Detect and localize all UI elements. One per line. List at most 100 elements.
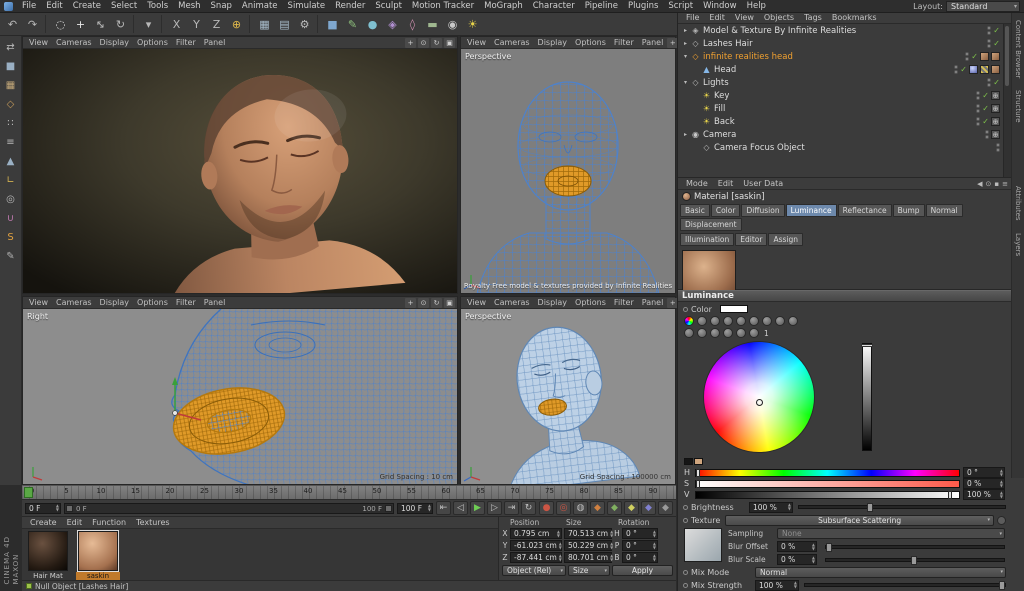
model-mode-icon[interactable]: ■	[2, 58, 20, 74]
animation-dot-icon[interactable]	[683, 306, 688, 312]
rotate-view-icon[interactable]: ↻	[431, 37, 442, 48]
viewport-menu-cameras[interactable]: Cameras	[52, 298, 96, 307]
coord-mode-select[interactable]: Object (Rel)	[502, 565, 566, 576]
slider-handle[interactable]	[911, 555, 918, 565]
render-view[interactable]	[23, 49, 457, 293]
texture-thumbnail[interactable]	[684, 528, 722, 562]
stepper-icon[interactable]	[610, 530, 613, 537]
rotation-p-field[interactable]: 0 °	[622, 540, 658, 551]
viewport-menu-panel[interactable]: Panel	[638, 298, 668, 307]
undo-icon[interactable]: ↶	[3, 15, 22, 34]
viewport-menu-view[interactable]: View	[25, 298, 52, 307]
picker-swatches-icon[interactable]	[723, 316, 733, 326]
stepper-icon[interactable]	[610, 554, 613, 561]
size-mode-select[interactable]: Size	[568, 565, 610, 576]
viewport-menu-display[interactable]: Display	[534, 298, 572, 307]
visibility-dots-icon[interactable]	[976, 117, 981, 126]
target-tag-icon[interactable]: ⊕	[991, 91, 1000, 100]
floor-icon[interactable]: ▬	[423, 15, 442, 34]
blur-scale-field[interactable]: 0 %	[777, 554, 817, 565]
sampling-select[interactable]: None	[777, 528, 1005, 539]
toggle-view-icon[interactable]: ▣	[444, 297, 455, 308]
size-z-field[interactable]: 80.701 cm	[564, 552, 612, 563]
loop-button[interactable]: ↻	[521, 501, 536, 515]
stepper-icon[interactable]	[794, 581, 797, 588]
attr-menu-user-data[interactable]: User Data	[738, 179, 788, 188]
viewport-filter-icon[interactable]: ◎	[2, 191, 20, 207]
viewport-menu-view[interactable]: View	[463, 38, 490, 47]
viewport-menu-filter[interactable]: Filter	[610, 298, 638, 307]
stepper-icon[interactable]	[559, 542, 562, 549]
animation-dot-icon[interactable]	[683, 517, 688, 523]
scene-camera-icon[interactable]: ◉	[443, 15, 462, 34]
slider-handle[interactable]	[866, 503, 873, 512]
position-y-field[interactable]: -61.023 cm	[510, 540, 562, 551]
texture-tag-icon[interactable]	[991, 65, 1000, 74]
picker-rgb-icon[interactable]	[749, 316, 759, 326]
tab-reflectance[interactable]: Reflectance	[837, 204, 892, 217]
picker-mixer-icon[interactable]	[736, 316, 746, 326]
viewport-menu-panel[interactable]: Panel	[200, 298, 230, 307]
hsv-slider-s[interactable]	[695, 479, 960, 488]
mix-strength-slider[interactable]	[804, 581, 1006, 590]
mograph-icon[interactable]: ◈	[383, 15, 402, 34]
texture-tag-icon[interactable]	[980, 52, 989, 61]
tab-bump[interactable]: Bump	[892, 204, 925, 217]
texture-options-icon[interactable]	[997, 515, 1006, 525]
visibility-dots-icon[interactable]	[965, 52, 970, 61]
material-saskin[interactable]: saskin	[76, 530, 120, 580]
hsv-slider-v[interactable]	[695, 490, 960, 499]
sculpt-icon[interactable]: S	[2, 229, 20, 245]
materials-menu-create[interactable]: Create	[25, 518, 62, 527]
next-frame-button[interactable]: ▷	[487, 501, 502, 515]
viewport-menu-options[interactable]: Options	[133, 38, 172, 47]
visibility-dots-icon[interactable]	[985, 130, 989, 139]
viewport-menu-options[interactable]: Options	[133, 298, 172, 307]
viewport-perspective-wireframe[interactable]: ViewCamerasDisplayOptionsFilterPanel +⊙↻…	[460, 36, 718, 294]
attr-menu-edit[interactable]: Edit	[713, 179, 739, 188]
snap-icon[interactable]: ∪	[2, 210, 20, 226]
keyframe-selection-icon[interactable]: ◍	[573, 501, 588, 515]
side-tab-layers[interactable]: Layers	[1014, 233, 1022, 256]
texture-shader-button[interactable]: Subsurface Scattering	[725, 514, 994, 526]
luminance-section-header[interactable]: Luminance	[678, 290, 1011, 302]
object-row-camera[interactable]: ▸ ◉ Camera ⊕	[678, 128, 1003, 141]
viewport-menu-panel[interactable]: Panel	[638, 38, 668, 47]
coord-system-icon[interactable]: ⊕	[227, 15, 246, 34]
visibility-dots-icon[interactable]	[954, 65, 959, 74]
position-x-field[interactable]: 0.795 cm	[510, 528, 562, 539]
animation-dot-icon[interactable]	[683, 582, 688, 588]
stepper-icon[interactable]	[1000, 491, 1003, 498]
size-x-field[interactable]: 70.513 cm	[564, 528, 612, 539]
stepper-icon[interactable]	[559, 554, 562, 561]
phong-tag-icon[interactable]	[969, 65, 978, 74]
hsv-field-v[interactable]: 100 %	[963, 489, 1005, 500]
picker-screen-icon[interactable]	[736, 328, 746, 338]
attr-menu-mode[interactable]: Mode	[681, 179, 713, 188]
side-tab-attributes[interactable]: Attributes	[1014, 186, 1022, 221]
record-scale-icon[interactable]: ◆	[607, 501, 622, 515]
slider-handle[interactable]	[826, 542, 832, 552]
object-row-infinite-realities-head[interactable]: ▾ ◇ infinite realities head ✓	[678, 50, 1003, 63]
points-mode-icon[interactable]: ∷	[2, 115, 20, 131]
pin-icon[interactable]: ⊙	[986, 180, 992, 188]
picker-compare-icon[interactable]	[788, 316, 798, 326]
play-button[interactable]: ▶	[470, 501, 485, 515]
menu-edit[interactable]: Edit	[41, 1, 67, 11]
tab-assign[interactable]: Assign	[768, 233, 803, 246]
menu-select[interactable]: Select	[106, 1, 142, 11]
menu-snap[interactable]: Snap	[206, 1, 237, 11]
viewport-perspective-shaded[interactable]: ViewCamerasDisplayOptionsFilterPanel +⊙↻…	[460, 296, 718, 485]
uv-tag-icon[interactable]	[980, 65, 989, 74]
record-position-icon[interactable]: ◆	[590, 501, 605, 515]
stepper-icon[interactable]	[812, 543, 815, 550]
timeline-ruler[interactable]: 051015202530354045505560657075808590	[22, 485, 676, 499]
apply-button[interactable]: Apply	[612, 565, 673, 576]
deformer-icon[interactable]: ◊	[403, 15, 422, 34]
expander-icon[interactable]: ▸	[681, 27, 690, 34]
pan-view-icon[interactable]: +	[405, 297, 416, 308]
lock-y-axis-icon[interactable]: Y	[187, 15, 206, 34]
om-menu-tags[interactable]: Tags	[799, 13, 827, 22]
om-menu-file[interactable]: File	[681, 13, 704, 22]
add-primitive-cube-icon[interactable]: ■	[323, 15, 342, 34]
